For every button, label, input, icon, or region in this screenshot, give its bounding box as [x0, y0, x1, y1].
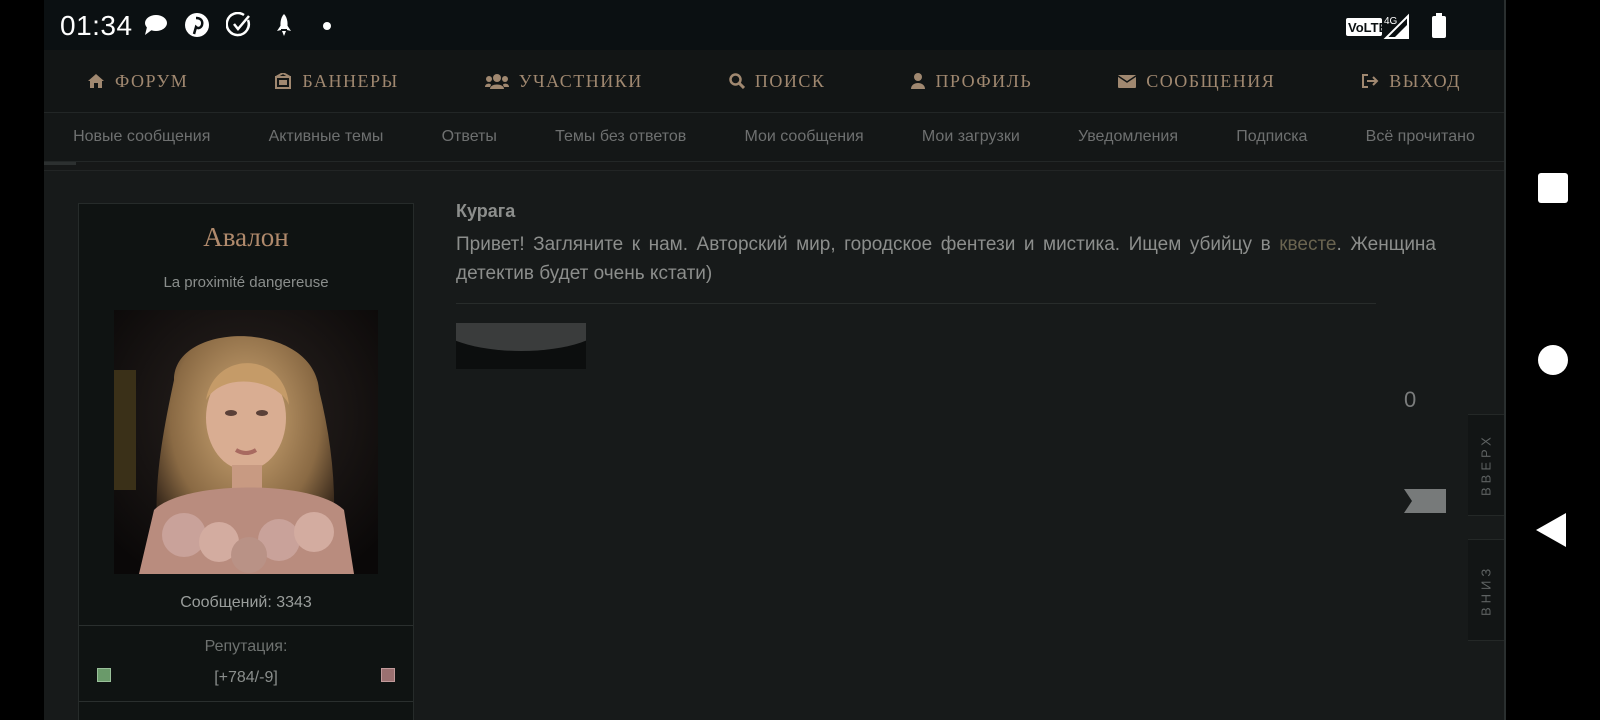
scroll-up-button[interactable]: ВВЕРХ	[1468, 414, 1504, 516]
nav-logout[interactable]: ВЫХОД	[1361, 71, 1461, 92]
post-divider	[456, 303, 1376, 304]
scroll-down-button[interactable]: ВНИЗ	[1468, 539, 1504, 641]
nav-logout-label: ВЫХОД	[1389, 70, 1461, 91]
nav-forum[interactable]: ФОРУМ	[87, 71, 188, 92]
profile-divider	[79, 701, 413, 702]
post-text-start: Привет! Загляните к нам. Авторский мир, …	[456, 234, 1280, 255]
subnav-my-posts[interactable]: Мои сообщения	[744, 128, 863, 146]
signature-banner[interactable]	[456, 323, 586, 369]
home-button[interactable]	[1538, 345, 1568, 375]
envelope-icon	[1118, 75, 1137, 88]
subnav-subscription[interactable]: Подписка	[1236, 128, 1307, 146]
nav-messages-label: СООБЩЕНИЯ	[1146, 70, 1276, 91]
nav-profile-label: ПРОФИЛЬ	[935, 70, 1033, 91]
nav-members-label: УЧАСТНИКИ	[518, 70, 643, 91]
svg-text:VoLTE: VoLTE	[1348, 20, 1388, 35]
home-icon	[88, 74, 105, 88]
reputation-value: [+784/-9]	[214, 669, 278, 686]
user-icon	[911, 73, 926, 89]
users-icon	[484, 74, 509, 89]
tab-indicator	[44, 162, 76, 165]
subnav-notifications[interactable]: Уведомления	[1078, 128, 1178, 146]
back-button[interactable]	[1536, 513, 1566, 547]
search-icon	[729, 73, 745, 89]
author-profile: Авалон La proximité dangereuse Сообщений…	[78, 203, 414, 720]
check-circle-icon	[226, 12, 250, 37]
subnav-new-posts[interactable]: Новые сообщения	[73, 128, 210, 146]
post-body: Курага Привет! Загляните к нам. Авторски…	[456, 201, 1436, 288]
pinterest-icon	[185, 13, 209, 37]
browser-screen: 01:34 VoLTE 4G ФОРУМ БАННЕРЫ УЧАСТНИКИ П…	[44, 0, 1504, 720]
reputation-label: Репутация:	[204, 638, 288, 655]
avatar-portrait	[114, 310, 378, 574]
post-counter: 0	[1404, 387, 1417, 412]
subnav-my-uploads[interactable]: Мои загрузки	[922, 128, 1020, 146]
android-nav-bar	[1506, 0, 1600, 720]
subnav-unanswered[interactable]: Темы без ответов	[555, 128, 686, 146]
profile-divider	[79, 625, 413, 626]
sub-navigation: Новые сообщения Активные темы Ответы Тем…	[44, 113, 1504, 162]
status-bar: 01:34 VoLTE 4G	[44, 0, 1504, 50]
post-author[interactable]: Курага	[456, 201, 1436, 222]
bookmark-flag-icon[interactable]	[1404, 489, 1446, 513]
status-time: 01:34	[60, 10, 133, 41]
post-text: Привет! Загляните к нам. Авторский мир, …	[456, 230, 1436, 288]
logout-icon	[1362, 74, 1379, 88]
subnav-mark-all-read[interactable]: Всё прочитано	[1366, 128, 1475, 146]
nav-search-label: ПОИСК	[754, 70, 826, 91]
nav-forum-label: ФОРУМ	[115, 70, 189, 91]
nav-search[interactable]: ПОИСК	[729, 71, 826, 92]
nav-members[interactable]: УЧАСТНИКИ	[484, 70, 643, 92]
nav-profile[interactable]: ПРОФИЛЬ	[911, 71, 1032, 92]
post-area: Авалон La proximité dangereuse Сообщений…	[44, 170, 1504, 720]
profile-subtitle: La proximité dangereuse	[163, 274, 329, 291]
avatar	[114, 310, 378, 574]
profile-post-count: Сообщений: 3343	[180, 594, 312, 611]
banner-icon	[275, 73, 292, 89]
post-link[interactable]: квесте	[1279, 234, 1336, 255]
nav-messages[interactable]: СООБЩЕНИЯ	[1118, 71, 1275, 92]
reputation-minus-button[interactable]	[381, 668, 395, 682]
nav-banners-label: БАННЕРЫ	[302, 70, 399, 91]
rocket-icon	[277, 14, 291, 36]
dot-icon	[323, 22, 331, 30]
recent-apps-button[interactable]	[1538, 173, 1568, 203]
profile-name[interactable]: Авалон	[79, 222, 413, 253]
nav-banners[interactable]: БАННЕРЫ	[274, 71, 398, 92]
subnav-active-topics[interactable]: Активные темы	[269, 128, 384, 146]
chat-bubble-icon	[145, 15, 167, 35]
svg-text:4G: 4G	[1384, 16, 1398, 27]
network-status-icons: VoLTE 4G	[1346, 13, 1446, 39]
main-navigation: ФОРУМ БАННЕРЫ УЧАСТНИКИ ПОИСК ПРОФИЛЬ СО…	[44, 50, 1504, 113]
subnav-replies[interactable]: Ответы	[442, 128, 497, 146]
